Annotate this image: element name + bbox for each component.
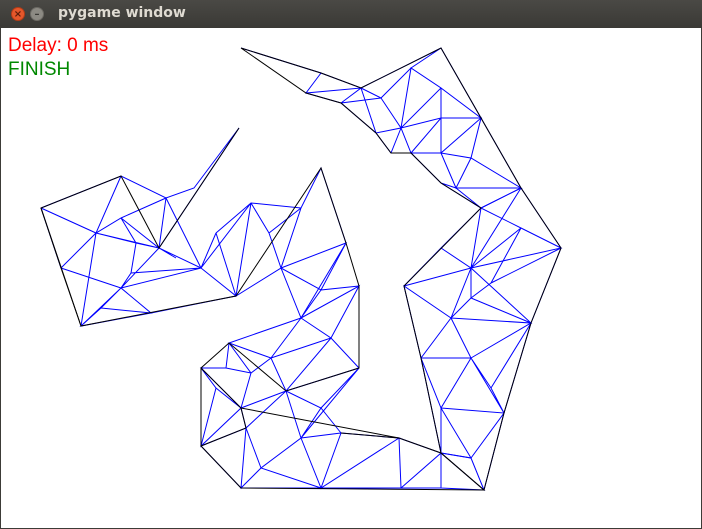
render-canvas[interactable]: Delay: 0 ms FINISH: [1, 28, 701, 528]
close-icon: ×: [13, 9, 23, 20]
close-button[interactable]: ×: [11, 7, 25, 21]
pygame-window: × – pygame window Delay: 0 ms FINISH: [0, 0, 702, 529]
title-bar[interactable]: × – pygame window: [0, 0, 702, 28]
window-title: pygame window: [58, 5, 186, 21]
minimize-button[interactable]: –: [30, 7, 44, 21]
triangulation-drawing: [40, 47, 563, 491]
delay-label: Delay: 0 ms: [8, 35, 109, 56]
triangulation-mesh: [40, 47, 563, 491]
minimize-icon: –: [34, 9, 40, 20]
polygon-outline: [40, 47, 562, 491]
finish-status: FINISH: [8, 59, 71, 80]
